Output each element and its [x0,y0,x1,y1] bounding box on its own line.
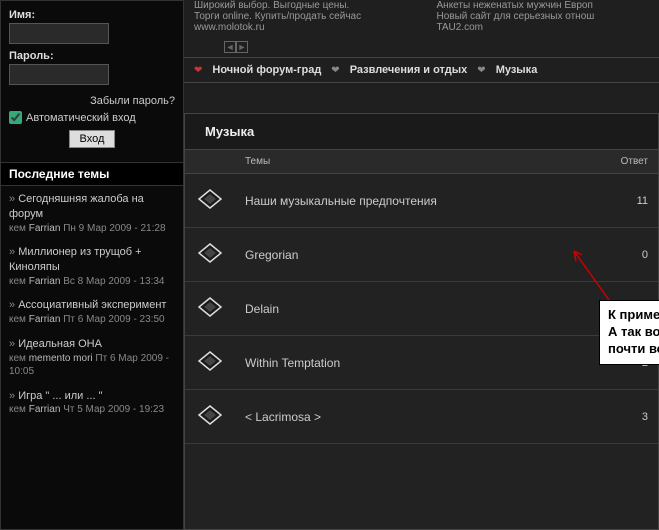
login-button[interactable]: Вход [69,130,116,148]
topic-status-icon [197,350,223,372]
topic-link[interactable]: Within Temptation [245,356,340,370]
ad-bar: Широкий выбор. Выгодные цены. Торги onli… [184,0,659,41]
annotation-box: К примеру ВОТ. А так вообще почти все! [599,300,659,365]
recent-topics-header: Последние темы [1,162,183,186]
topic-status-icon [197,188,223,210]
recent-topic: » Идеальная ОНА кем memento mori Пт 6 Ма… [9,337,175,379]
prev-ad-button[interactable]: ◄ [224,41,236,53]
auto-login-label: Автоматический вход [26,112,136,124]
table-row: Delain 0 [185,282,658,336]
sidebar: Имя: Пароль: Забыли пароль? Автоматическ… [0,0,184,530]
breadcrumb-current: Музыка [496,64,538,76]
reply-count: 0 [611,228,658,282]
password-input[interactable] [9,64,109,85]
topic-link[interactable]: Gregorian [245,248,298,262]
table-row: < Lacrimosa > 3 [185,390,658,444]
topic-status-icon [197,242,223,264]
ad-block[interactable]: Широкий выбор. Выгодные цены. Торги onli… [194,0,407,33]
next-ad-button[interactable]: ► [236,41,248,53]
recent-topic-link[interactable]: Миллионер из трущоб + Киноляпы [9,246,142,273]
recent-topic: » Миллионер из трущоб + Киноляпы кем Far… [9,245,175,288]
recent-topic: » Игра " ... или ... " кем Farrian Чт 5 … [9,389,175,417]
name-label: Имя: [9,9,175,21]
topics-table: Темы Ответ Наши музыкальные предпочтения… [185,149,658,444]
forum-title: Музыка [185,114,658,149]
topic-status-icon [197,404,223,426]
recent-topic-link[interactable]: Ассоциативный эксперимент [18,299,166,311]
forum-panel: Музыка Темы Ответ Наши музыкальные предп… [184,113,659,530]
recent-topic-link[interactable]: Игра " ... или ... " [18,390,102,402]
breadcrumb-link-home[interactable]: Ночной форум-град [212,64,321,76]
ad-nav: ◄► [184,41,659,57]
password-label: Пароль: [9,50,175,62]
topic-link[interactable]: < Lacrimosa > [245,410,321,424]
topic-link[interactable]: Delain [245,302,279,316]
col-topics: Темы [235,150,611,174]
table-row: Within Temptation 2 [185,336,658,390]
table-row: Gregorian 0 [185,228,658,282]
breadcrumb: ❤ Ночной форум-град ❤ Развлечения и отды… [184,57,659,83]
col-replies: Ответ [611,150,658,174]
reply-count: 11 [611,174,658,228]
main-content: Широкий выбор. Выгодные цены. Торги onli… [184,0,659,530]
heart-icon: ❤ [194,65,202,76]
reply-count: 3 [611,390,658,444]
recent-topics-list: » Сегодняшняя жалоба на форум кем Farria… [1,186,183,433]
recent-topic: » Сегодняшняя жалоба на форум кем Farria… [9,192,175,235]
forgot-password-link[interactable]: Забыли пароль? [9,95,175,107]
recent-topic-link[interactable]: Идеальная ОНА [18,338,102,350]
username-input[interactable] [9,23,109,44]
heart-icon: ❤ [477,65,485,76]
login-form: Имя: Пароль: Забыли пароль? Автоматическ… [1,1,183,162]
table-row: Наши музыкальные предпочтения 11 [185,174,658,228]
recent-topic-link[interactable]: Сегодняшняя жалоба на форум [9,193,144,220]
auto-login-checkbox[interactable] [9,111,22,124]
topic-link[interactable]: Наши музыкальные предпочтения [245,194,437,208]
heart-icon: ❤ [331,65,339,76]
ad-block[interactable]: Анкеты неженатых мужчин Европ Новый сайт… [437,0,650,33]
topic-status-icon [197,296,223,318]
recent-topic: » Ассоциативный эксперимент кем Farrian … [9,298,175,326]
breadcrumb-link-category[interactable]: Развлечения и отдых [350,64,468,76]
